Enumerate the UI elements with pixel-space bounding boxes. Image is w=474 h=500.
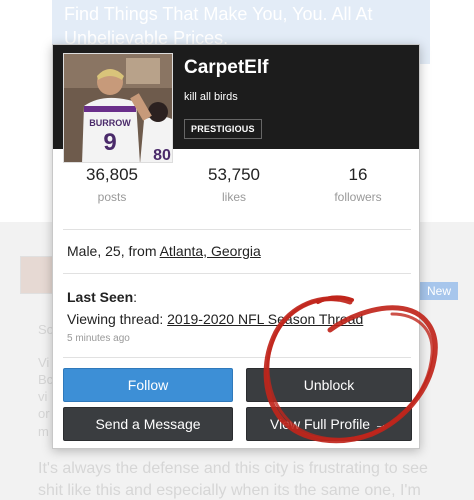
background-text: Bc (38, 372, 54, 387)
stat-label: followers (334, 190, 382, 204)
stat-value: 53,750 (208, 165, 260, 184)
last-seen-colon: : (133, 289, 138, 305)
stat-posts[interactable]: 36,805 posts (57, 165, 167, 204)
last-seen-heading: Last Seen: (67, 289, 137, 305)
member-stats: 36,805 posts 53,750 likes 16 followers (53, 165, 419, 219)
background-text: Vi (38, 355, 50, 370)
stat-value: 36,805 (86, 165, 138, 184)
about-prefix: Male, 25, from (67, 243, 160, 259)
stat-likes[interactable]: 53,750 likes (179, 165, 289, 204)
background-text: It's always the defense and this city is… (38, 460, 428, 477)
background-text: m (38, 424, 49, 439)
user-status-message: kill all birds (184, 91, 238, 103)
user-title-badge: PRESTIGIOUS (184, 119, 262, 139)
member-tooltip-card: BURROW 9 80 CarpetElf kill all birds PRE… (52, 44, 420, 449)
location-link[interactable]: Atlanta, Georgia (160, 243, 261, 259)
unblock-button[interactable]: Unblock (246, 368, 412, 402)
send-message-button[interactable]: Send a Message (63, 407, 233, 441)
stat-label: posts (97, 190, 127, 204)
background-new-badge: New (420, 282, 458, 300)
background-text: vi (38, 389, 48, 404)
avatar[interactable]: BURROW 9 80 (63, 53, 173, 163)
follow-button[interactable]: Follow (63, 368, 233, 402)
last-seen-time: 5 minutes ago (67, 333, 130, 344)
stat-value: 16 (348, 165, 368, 184)
username[interactable]: CarpetElf (184, 57, 268, 79)
divider (63, 357, 411, 358)
background-text: shit like this and especially when its t… (38, 482, 421, 499)
view-full-profile-button[interactable]: View Full Profile → (246, 407, 412, 441)
divider (63, 273, 411, 274)
last-seen-label: Last Seen (67, 289, 134, 305)
jersey-number-text: 9 (103, 129, 116, 156)
jersey-name-text: BURROW (89, 118, 131, 128)
background-text: or (38, 406, 50, 421)
last-activity: Viewing thread: 2019-2020 NFL Season Thr… (67, 311, 363, 327)
thread-link[interactable]: 2019-2020 NFL Season Thread (167, 311, 363, 327)
jersey-number-text: 80 (153, 147, 171, 163)
stat-followers[interactable]: 16 followers (303, 165, 413, 204)
stat-label: likes (221, 190, 246, 204)
divider (63, 229, 411, 230)
member-about: Male, 25, from Atlanta, Georgia (67, 243, 261, 259)
activity-prefix: Viewing thread: (67, 311, 168, 327)
